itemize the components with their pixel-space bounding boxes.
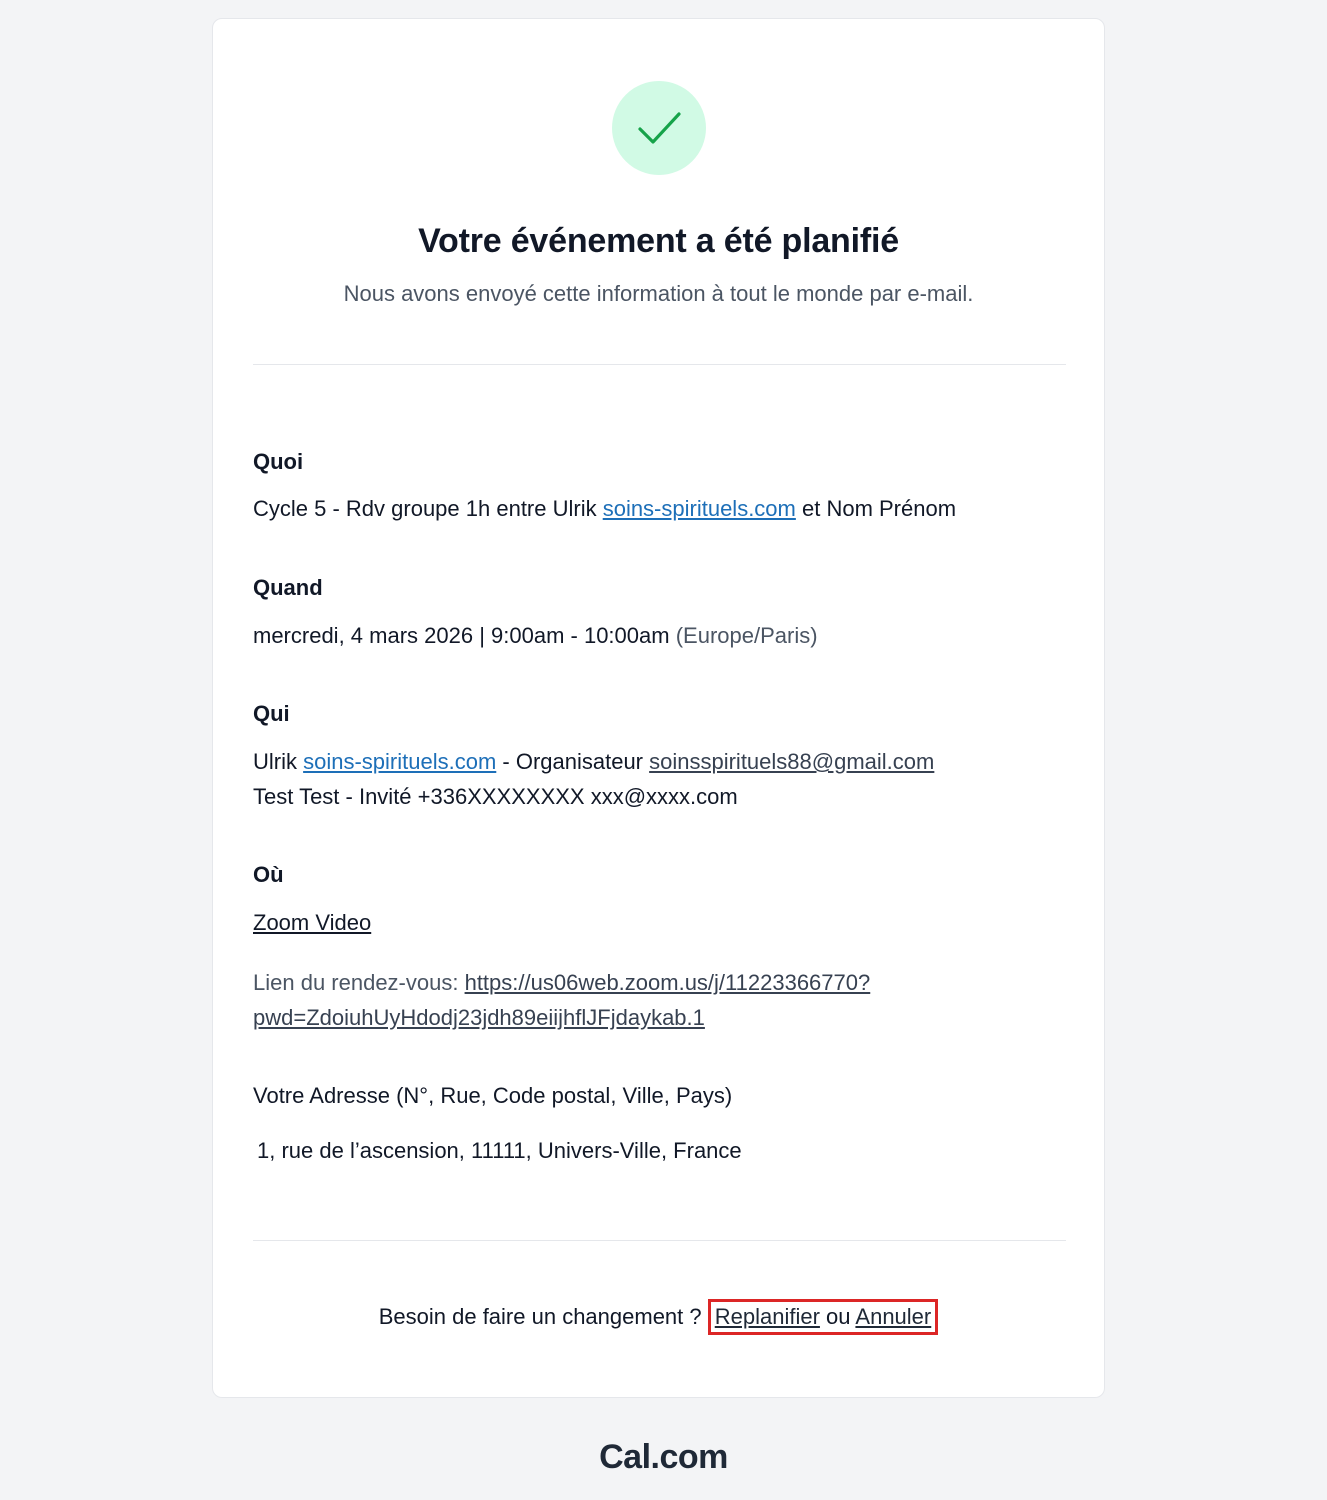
zoom-location-link[interactable]: Zoom Video bbox=[253, 910, 371, 935]
who-organizer: Ulrik soins-spirituels.com - Organisateu… bbox=[253, 749, 934, 775]
when-datetime: mercredi, 4 mars 2026 | 9:00am - 10:00am bbox=[253, 623, 670, 648]
change-prompt: Besoin de faire un changement ? Replanif… bbox=[213, 1299, 1104, 1335]
meeting-link-part2[interactable]: pwd=ZdoiuhUyHdodj23jdh89eiijhflJFjdaykab… bbox=[253, 1005, 705, 1030]
top-divider bbox=[253, 364, 1066, 365]
change-question: Besoin de faire un changement ? bbox=[378, 1304, 708, 1329]
when-value: mercredi, 4 mars 2026 | 9:00am - 10:00am… bbox=[253, 623, 818, 649]
what-organizer-link[interactable]: soins-spirituels.com bbox=[603, 496, 796, 521]
when-label: Quand bbox=[253, 575, 323, 600]
address-label: Votre Adresse (N°, Rue, Code postal, Vil… bbox=[253, 1083, 733, 1108]
checkmark-icon bbox=[638, 112, 681, 144]
organizer-role: - Organisateur bbox=[496, 749, 650, 774]
reschedule-link[interactable]: Replanifier bbox=[715, 1304, 820, 1329]
where-location: Zoom Video bbox=[253, 910, 371, 936]
what-value: Cycle 5 - Rdv groupe 1h entre Ulrik soin… bbox=[253, 496, 956, 522]
or-separator: ou bbox=[819, 1304, 856, 1329]
what-label: Quoi bbox=[253, 449, 304, 474]
confirmation-card: Votre événement a été planifié Nous avon… bbox=[212, 18, 1105, 1398]
what-prefix: Cycle 5 - Rdv groupe 1h entre Ulrik bbox=[253, 496, 603, 521]
organizer-name: Ulrik bbox=[253, 749, 304, 774]
organizer-site-link[interactable]: soins-spirituels.com bbox=[303, 749, 496, 774]
address-value: 1, rue de l’ascension, 11111, Univers-Vi… bbox=[257, 1138, 742, 1163]
when-timezone: (Europe/Paris) bbox=[675, 623, 818, 648]
page-title: Votre événement a été planifié bbox=[418, 222, 899, 260]
meeting-link-block: Lien du rendez-vous: https://us06web.zoo… bbox=[253, 965, 870, 1035]
actions-highlight-box: Replanifier ou Annuler bbox=[707, 1299, 939, 1335]
success-badge bbox=[612, 81, 706, 175]
who-label: Qui bbox=[253, 701, 290, 726]
meeting-link-label: Lien du rendez-vous: bbox=[253, 970, 465, 995]
who-guest: Test Test - Invité +336XXXXXXXX xxx@xxxx… bbox=[253, 784, 738, 809]
what-suffix: et Nom Prénom bbox=[795, 496, 957, 521]
brand-logo: Cal.com bbox=[599, 1438, 728, 1476]
organizer-email-link[interactable]: soinsspirituels88@gmail.com bbox=[649, 749, 934, 774]
cancel-link[interactable]: Annuler bbox=[855, 1304, 931, 1329]
meeting-link-part1[interactable]: https://us06web.zoom.us/j/11223366770? bbox=[465, 970, 871, 995]
bottom-divider bbox=[253, 1240, 1066, 1241]
page-subtitle: Nous avons envoyé cette information à to… bbox=[343, 281, 974, 306]
where-label: Où bbox=[253, 862, 284, 887]
